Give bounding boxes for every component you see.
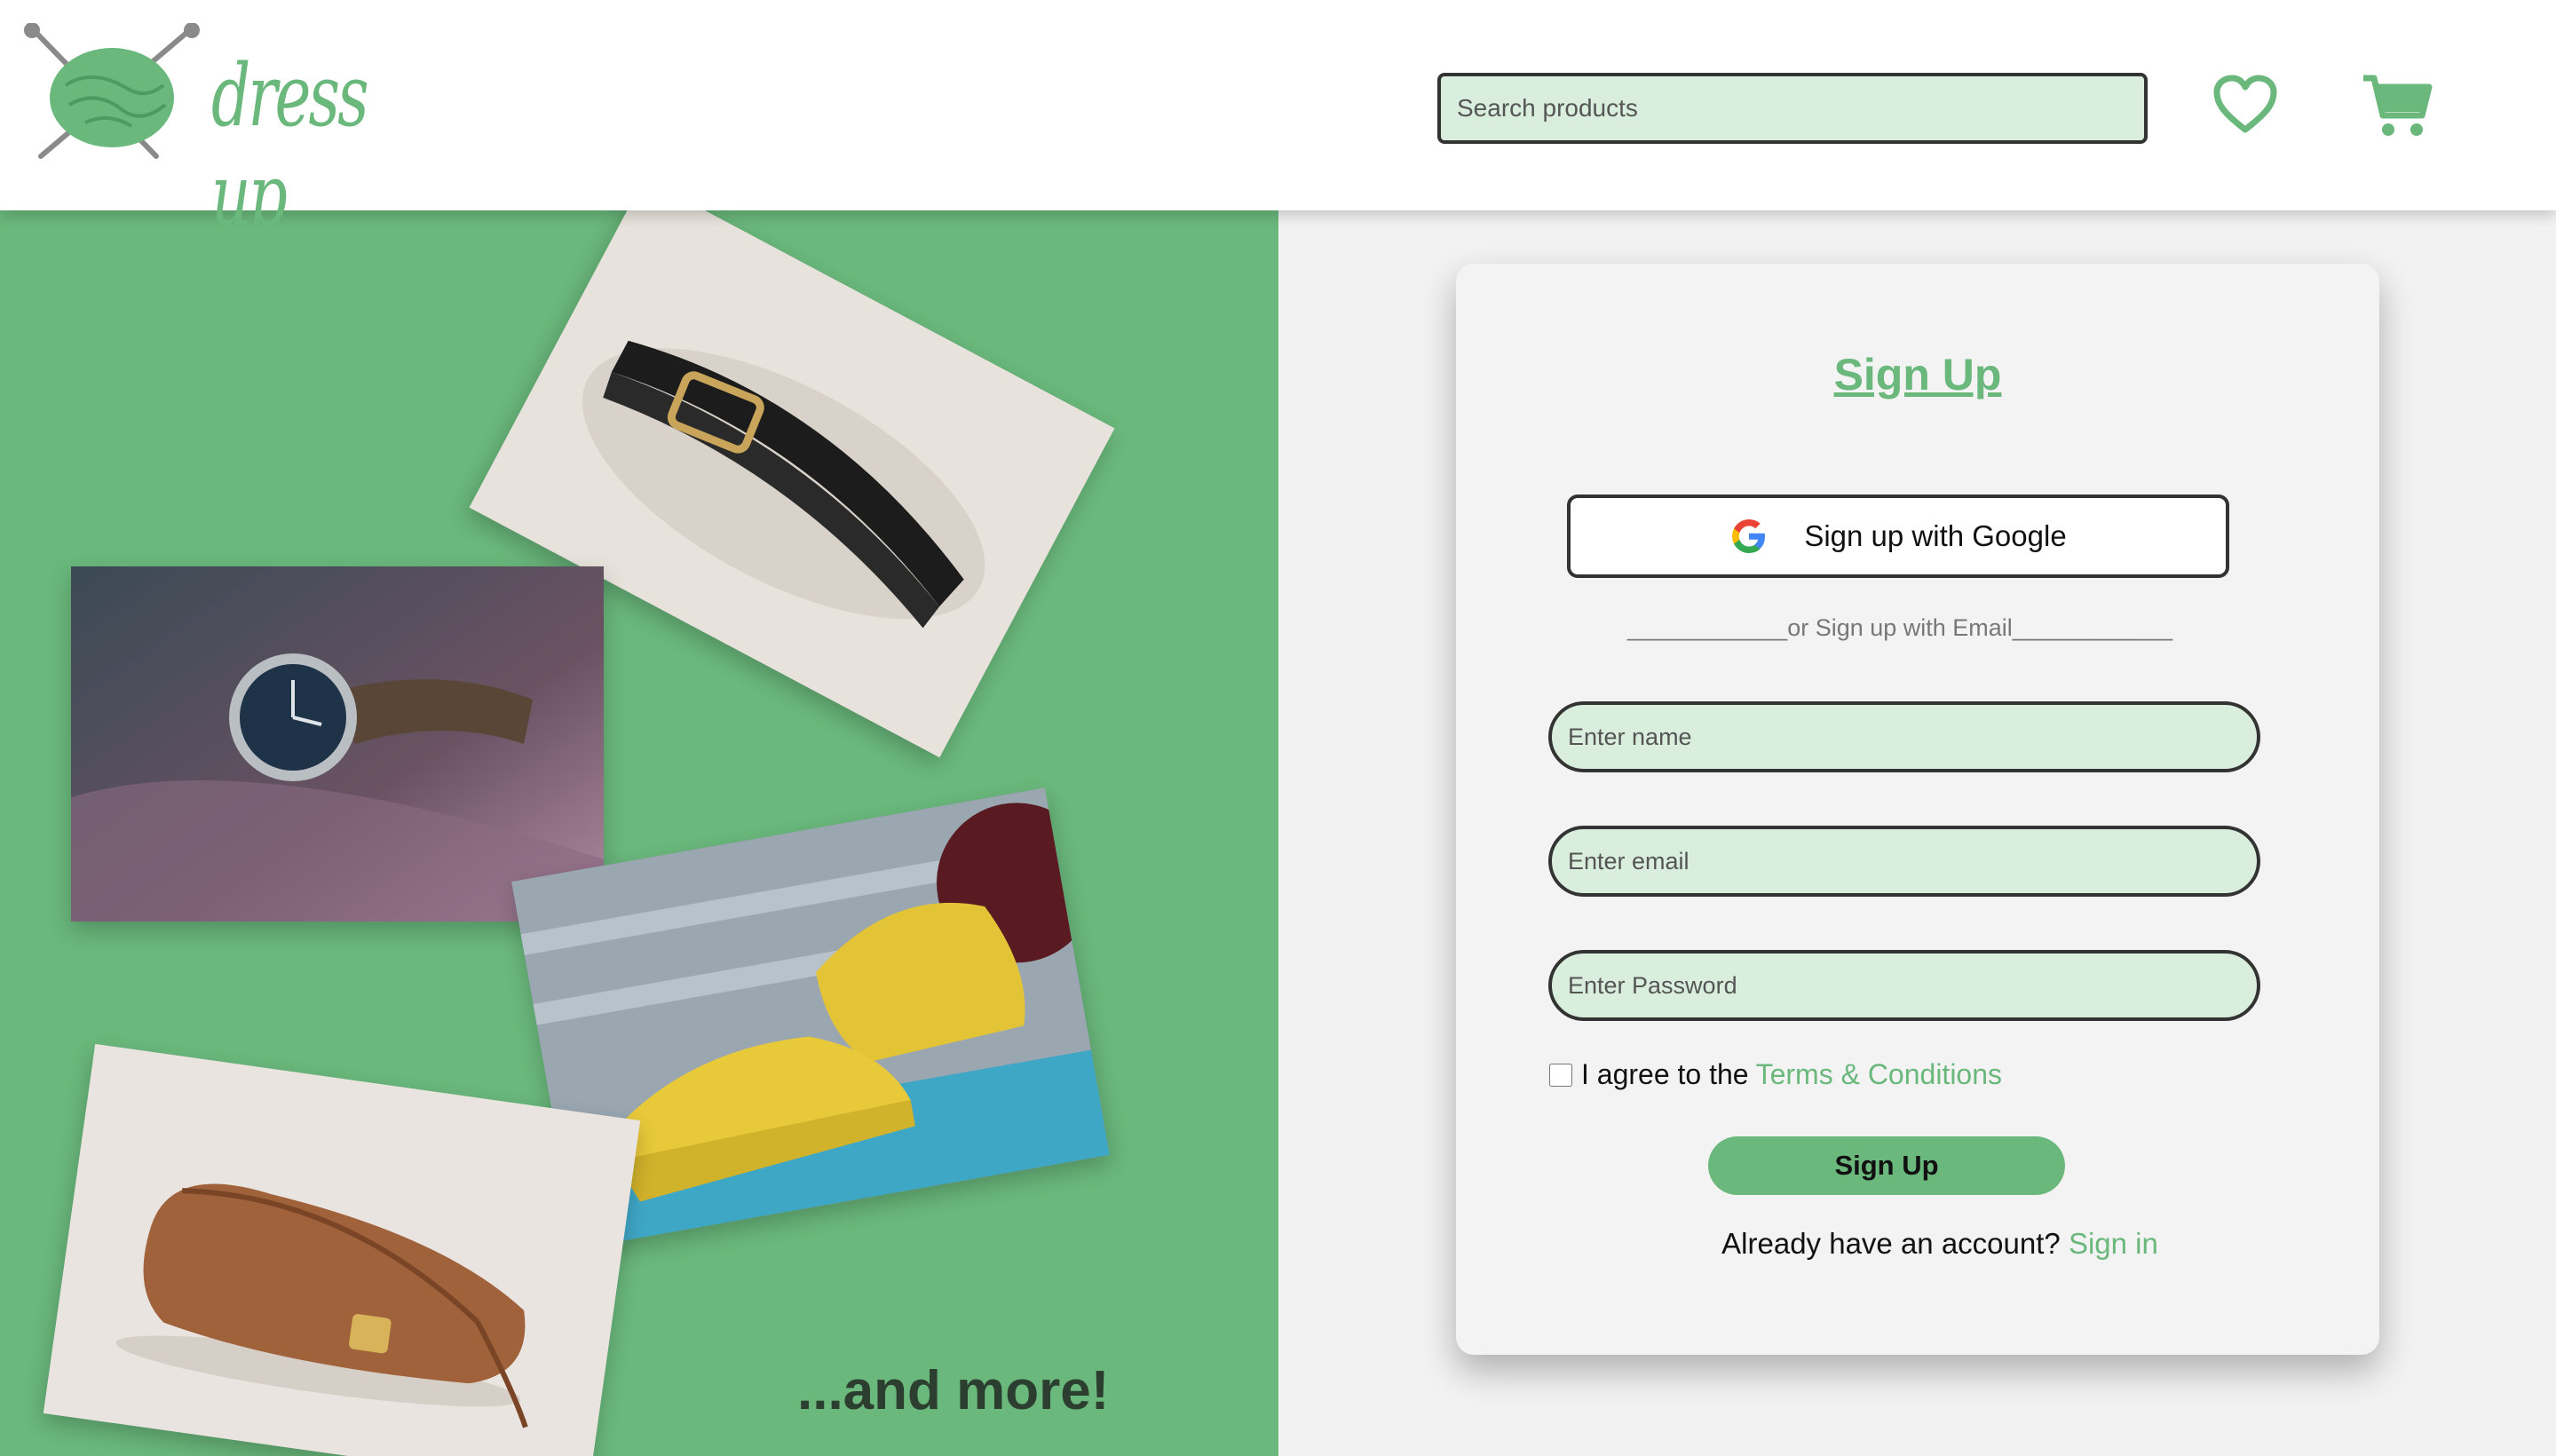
- email-field[interactable]: [1548, 826, 2260, 897]
- signup-card: Sign Up Sign up with Google ____________…: [1456, 264, 2379, 1355]
- google-signup-label: Sign up with Google: [1804, 519, 2067, 552]
- signin-link[interactable]: Sign in: [2069, 1227, 2158, 1260]
- heart-icon: [2213, 75, 2277, 133]
- brand-logo[interactable]: dress up: [23, 22, 378, 245]
- have-account-text: Already have an account?: [1721, 1227, 2061, 1260]
- brand-name: dress up: [211, 46, 369, 245]
- product-collage: ...and more!: [0, 210, 1278, 1456]
- google-icon: [1732, 519, 1766, 553]
- email-divider: ____________or Sign up with Email_______…: [1627, 614, 2172, 641]
- signup-submit-button[interactable]: Sign Up: [1708, 1136, 2065, 1195]
- yarn-ball-icon: [24, 22, 200, 159]
- terms-checkbox[interactable]: [1549, 1063, 1572, 1087]
- terms-link[interactable]: Terms & Conditions: [1756, 1058, 2002, 1091]
- cart-button[interactable]: [2362, 73, 2433, 138]
- wishlist-button[interactable]: [2213, 75, 2277, 135]
- signup-title[interactable]: Sign Up: [1456, 349, 2379, 400]
- cart-icon: [2363, 75, 2433, 136]
- agree-text: I agree to the: [1581, 1058, 1749, 1090]
- terms-agreement: I agree to the Terms & Conditions: [1549, 1058, 2002, 1091]
- top-header: dress up: [0, 0, 2556, 245]
- google-signup-button[interactable]: Sign up with Google: [1567, 495, 2229, 578]
- search-input[interactable]: [1437, 73, 2148, 144]
- watch-photo: [71, 566, 604, 922]
- and-more-caption: ...and more!: [797, 1360, 1110, 1421]
- password-field[interactable]: [1548, 950, 2260, 1021]
- name-field[interactable]: [1548, 701, 2260, 772]
- signin-prompt: Already have an account? Sign in: [1456, 1227, 2424, 1261]
